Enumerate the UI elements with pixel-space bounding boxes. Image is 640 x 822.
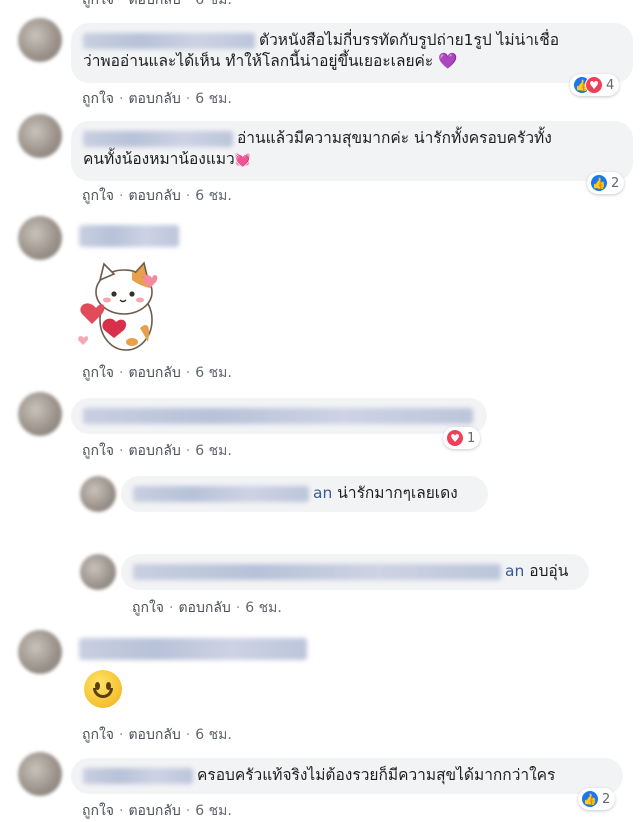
commenter-name[interactable] <box>83 407 473 424</box>
separator: · <box>119 803 124 819</box>
commenter-name[interactable] <box>83 130 233 147</box>
commenter-name[interactable] <box>133 563 501 580</box>
reaction-summary[interactable]: 👍 ♥ 4 <box>570 74 620 96</box>
love-icon: ♥ <box>446 429 464 447</box>
comment-bubble: ตัวหนังสือไม่กี่บรรทัดกับรูปถ่าย1รูป ไม่… <box>71 23 633 83</box>
reply-bubble: an อบอุ่น <box>121 554 589 590</box>
comment-time[interactable]: 6 ชม. <box>195 803 232 819</box>
comment-actions: ถูกใจ · ตอบกลับ · 6 ชม. <box>132 597 282 619</box>
comment-actions: ถูกใจ · ตอบกลับ · 6 ชม. <box>82 362 232 384</box>
commenter-name[interactable] <box>83 767 193 784</box>
separator: · <box>185 188 191 204</box>
comment-text-line: ตัวหนังสือไม่กี่บรรทัดกับรูปถ่าย1รูป ไม่… <box>259 31 560 49</box>
comment-text-line: อ่านแล้วมีความสุขมากค่ะ น่ารักทั้งครอบคร… <box>237 129 552 147</box>
reaction-summary[interactable]: 👍 2 <box>578 788 616 810</box>
separator: · <box>185 0 191 8</box>
comment-time[interactable]: 6 ชม. <box>195 443 232 459</box>
love-icon: ♥ <box>585 76 603 94</box>
separator: · <box>185 727 191 743</box>
separator: · <box>119 727 124 743</box>
separator: · <box>119 443 124 459</box>
heart-emoji: 💓 <box>234 153 251 168</box>
avatar[interactable] <box>80 554 116 590</box>
reply-link[interactable]: ตอบกลับ <box>128 727 180 743</box>
separator: · <box>185 443 191 459</box>
like-icon: 👍 <box>590 174 608 192</box>
comment-text: อ่านแล้วมีความสุขมากค่ะ น่ารักทั้งครอบคร… <box>83 128 621 149</box>
comment-actions: ถูกใจ · ตอบกลับ · 6 ชม. <box>82 800 232 822</box>
comment-bubble: ครอบครัวแท้จริงไม่ต้องรวยก็มีความสุขได้ม… <box>71 758 623 794</box>
separator: · <box>169 600 174 616</box>
purple-heart-emoji: 💜 <box>438 52 458 70</box>
like-link[interactable]: ถูกใจ <box>82 91 114 107</box>
reply-link[interactable]: ตอบกลับ <box>128 91 180 107</box>
comment-text: น่ารักมากๆเลยเดง <box>337 484 458 502</box>
like-link[interactable]: ถูกใจ <box>132 600 164 616</box>
separator: · <box>119 0 124 8</box>
name-tail[interactable]: an <box>313 484 332 502</box>
separator: · <box>119 188 124 204</box>
avatar[interactable] <box>18 114 62 158</box>
comment-text: ตัวหนังสือไม่กี่บรรทัดกับรูปถ่าย1รูป ไม่… <box>83 30 621 51</box>
comment-time[interactable]: 6 ชม. <box>195 188 232 204</box>
like-link[interactable]: ถูกใจ <box>82 365 114 381</box>
comment-time[interactable]: 6 ชม. <box>195 727 232 743</box>
separator: · <box>235 600 241 616</box>
comment-actions: ถูกใจ · ตอบกลับ · 6 ชม. <box>82 440 232 462</box>
reply-link[interactable]: ตอบกลับ <box>128 188 180 204</box>
like-link[interactable]: ถูกใจ <box>82 0 114 8</box>
name-tail[interactable]: an <box>505 562 524 580</box>
like-link[interactable]: ถูกใจ <box>82 803 114 819</box>
commenter-name[interactable] <box>79 638 307 660</box>
reaction-summary[interactable]: ♥ 1 <box>443 427 481 449</box>
comment-text: ครอบครัวแท้จริงไม่ต้องรวยก็มีความสุขได้ม… <box>197 766 556 784</box>
comment-actions: ถูกใจ · ตอบกลับ · 6 ชม. <box>82 0 232 11</box>
comment-text: อบอุ่น <box>529 562 569 580</box>
avatar[interactable] <box>18 18 62 62</box>
comment-text-line2: คนทั้งน้องหมาน้องแมว💓 <box>83 150 251 168</box>
reaction-count: 2 <box>602 791 611 807</box>
reaction-summary[interactable]: 👍 2 <box>587 172 625 194</box>
separator: · <box>185 91 191 107</box>
comment-bubble: อ่านแล้วมีความสุขมากค่ะ น่ารักทั้งครอบคร… <box>71 121 633 181</box>
separator: · <box>185 803 191 819</box>
comment-time[interactable]: 6 ชม. <box>195 365 232 381</box>
comment-text-line2: ว่าพออ่านและได้เห็น ทำให้โลกนี้น่าอยู่ขึ… <box>83 52 458 70</box>
comment-bubble <box>71 398 487 434</box>
avatar[interactable] <box>18 392 62 436</box>
comment-time[interactable]: 6 ชม. <box>195 0 232 8</box>
comment-time[interactable]: 6 ชม. <box>195 91 232 107</box>
reply-link[interactable]: ตอบกลับ <box>128 443 180 459</box>
comment-actions: ถูกใจ · ตอบกลับ · 6 ชม. <box>82 88 232 110</box>
avatar[interactable] <box>18 630 62 674</box>
commenter-name[interactable] <box>79 225 179 247</box>
like-icon: 👍 <box>581 790 599 808</box>
comment-actions: ถูกใจ · ตอบกลับ · 6 ชม. <box>82 185 232 207</box>
avatar[interactable] <box>18 216 62 260</box>
smile-emoji <box>84 670 122 708</box>
reply-link[interactable]: ตอบกลับ <box>128 803 180 819</box>
reply-link[interactable]: ตอบกลับ <box>178 600 230 616</box>
separator: · <box>119 91 124 107</box>
like-link[interactable]: ถูกใจ <box>82 727 114 743</box>
avatar[interactable] <box>80 476 116 512</box>
comment-time[interactable]: 6 ชม. <box>245 600 282 616</box>
reaction-count: 4 <box>606 77 615 93</box>
reaction-count: 2 <box>611 175 620 191</box>
separator: · <box>185 365 191 381</box>
commenter-name[interactable] <box>83 32 255 49</box>
comment-actions: ถูกใจ · ตอบกลับ · 6 ชม. <box>82 724 232 746</box>
cat-holding-heart-sticker <box>78 261 158 351</box>
commenter-name[interactable] <box>133 485 309 502</box>
separator: · <box>119 365 124 381</box>
like-link[interactable]: ถูกใจ <box>82 188 114 204</box>
reaction-count: 1 <box>467 430 476 446</box>
like-link[interactable]: ถูกใจ <box>82 443 114 459</box>
reply-link[interactable]: ตอบกลับ <box>128 0 180 8</box>
reply-link[interactable]: ตอบกลับ <box>128 365 180 381</box>
reply-bubble: an น่ารักมากๆเลยเดง <box>121 476 488 512</box>
avatar[interactable] <box>18 752 62 796</box>
